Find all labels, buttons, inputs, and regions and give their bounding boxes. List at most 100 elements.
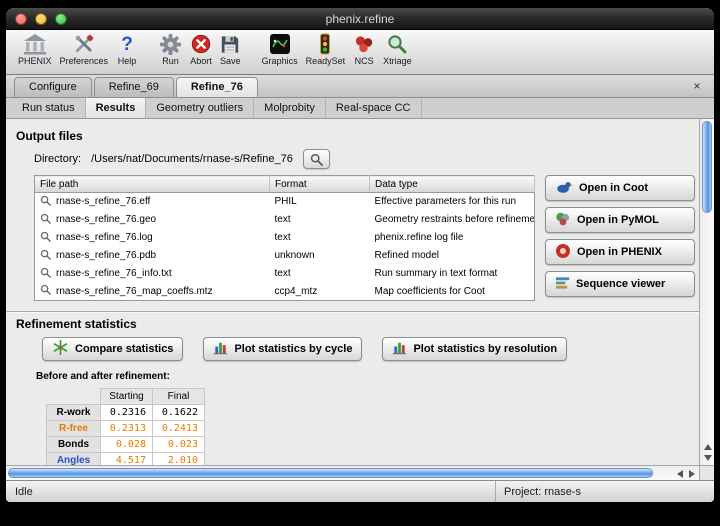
- toolbar-preferences-button[interactable]: Preferences: [56, 32, 113, 67]
- plot-by-cycle-label: Plot statistics by cycle: [234, 343, 352, 355]
- job-tab-bar: Configure Refine_69 Refine_76 ×: [6, 75, 714, 98]
- scroll-left-arrow-icon[interactable]: [677, 470, 683, 478]
- directory-label: Directory:: [34, 153, 81, 165]
- close-window-button[interactable]: [15, 13, 27, 25]
- tab-configure[interactable]: Configure: [14, 77, 92, 97]
- column-header-format[interactable]: Format: [270, 176, 370, 193]
- scroll-up-arrow-icon[interactable]: [704, 444, 712, 450]
- toolbar-save-button[interactable]: Save: [216, 32, 245, 67]
- vertical-scroll-arrows: [700, 444, 714, 461]
- toolbar-label: PHENIX: [18, 56, 52, 67]
- sequence-viewer-icon: [555, 276, 570, 293]
- vertical-scrollbar-thumb[interactable]: [702, 121, 712, 213]
- toolbar-graphics-button[interactable]: Graphics: [258, 32, 302, 67]
- stat-row-label: Angles: [47, 453, 101, 466]
- file-path: rnase-s_refine_76_map_coeffs.mtz: [56, 286, 213, 297]
- project-section: Project: rnase-s: [496, 481, 714, 502]
- stats-row: Bonds 0.028 0.023: [47, 437, 205, 453]
- tab-results[interactable]: Results: [85, 98, 147, 118]
- toolbar-label: ReadySet: [306, 56, 346, 67]
- file-path: rnase-s_refine_76.log: [56, 232, 153, 243]
- column-header-data-type[interactable]: Data type: [370, 176, 535, 193]
- file-data-type: Geometry restraints before refinement: [370, 211, 535, 229]
- save-icon: [220, 32, 240, 56]
- plot-by-resolution-label: Plot statistics by resolution: [413, 343, 557, 355]
- output-files-section: File path Format Data type rnase-s_refin…: [34, 175, 699, 301]
- open-in-phenix-button[interactable]: Open in PHENIX: [545, 239, 695, 265]
- compare-statistics-button[interactable]: Compare statistics: [42, 337, 183, 361]
- sequence-viewer-button[interactable]: Sequence viewer: [545, 271, 695, 297]
- result-tab-bar: Run status Results Geometry outliers Mol…: [6, 98, 714, 119]
- phenix-refine-window: phenix.refine PHENIX Preferences ? Help: [6, 8, 714, 502]
- vertical-scrollbar[interactable]: [699, 119, 714, 465]
- scroll-down-arrow-icon[interactable]: [704, 455, 712, 461]
- file-path: rnase-s_refine_76.geo: [56, 214, 156, 225]
- stats-corner-cell: [47, 389, 101, 405]
- phenix-viewer-icon: [555, 243, 571, 262]
- file-search-icon: [40, 231, 51, 245]
- toolbar-label: Run: [162, 56, 179, 67]
- browse-directory-button[interactable]: [303, 149, 330, 169]
- toolbar-readyset-button[interactable]: ReadySet: [302, 32, 350, 67]
- plot-by-cycle-button[interactable]: Plot statistics by cycle: [203, 337, 362, 361]
- open-in-coot-button[interactable]: Open in Coot: [545, 175, 695, 201]
- table-row[interactable]: rnase-s_refine_76.log text phenix.refine…: [35, 229, 535, 247]
- tab-refine-76[interactable]: Refine_76: [176, 77, 258, 97]
- title-bar[interactable]: phenix.refine: [6, 8, 714, 30]
- toolbar-label: Graphics: [262, 56, 298, 67]
- toolbar-help-button[interactable]: ? Help: [112, 32, 142, 67]
- close-tab-icon[interactable]: ×: [690, 79, 704, 93]
- tab-refine-69[interactable]: Refine_69: [94, 77, 174, 97]
- file-data-type: Refined model: [370, 247, 535, 265]
- stat-starting-value: 0.028: [101, 437, 153, 453]
- minimize-window-button[interactable]: [35, 13, 47, 25]
- graphics-icon: [269, 32, 291, 56]
- toolbar-run-button[interactable]: Run: [155, 32, 186, 67]
- file-format: text: [270, 265, 370, 283]
- directory-path: /Users/nat/Documents/rnase-s/Refine_76: [91, 153, 293, 165]
- traffic-lights: [15, 13, 67, 25]
- open-in-pymol-button[interactable]: Open in PyMOL: [545, 207, 695, 233]
- run-gear-icon: [159, 32, 182, 56]
- tab-molprobity[interactable]: Molprobity: [254, 98, 326, 118]
- file-path: rnase-s_refine_76.pdb: [56, 250, 156, 261]
- file-format: text: [270, 211, 370, 229]
- plot-by-resolution-button[interactable]: Plot statistics by resolution: [382, 337, 567, 361]
- file-search-icon: [40, 284, 51, 298]
- table-row[interactable]: rnase-s_refine_76_map_coeffs.mtz ccp4_mt…: [35, 283, 535, 301]
- stat-row-label: Bonds: [47, 437, 101, 453]
- ncs-icon: [353, 32, 375, 56]
- help-icon: ?: [116, 32, 138, 56]
- section-divider: [6, 311, 699, 313]
- toolbar-xtriage-button[interactable]: Xtriage: [379, 32, 416, 67]
- column-header-file-path[interactable]: File path: [35, 176, 270, 193]
- horizontal-scroll-arrows: [677, 466, 695, 480]
- toolbar-label: Abort: [190, 56, 212, 67]
- preferences-icon: [72, 32, 96, 56]
- tab-real-space-cc[interactable]: Real-space CC: [326, 98, 422, 118]
- bar-chart-icon: [392, 340, 407, 358]
- tab-run-status[interactable]: Run status: [12, 98, 86, 118]
- toolbar-abort-button[interactable]: Abort: [186, 32, 216, 67]
- stats-row: Angles 4.517 2.010: [47, 453, 205, 466]
- toolbar-phenix-button[interactable]: PHENIX: [14, 32, 56, 67]
- project-label: Project: rnase-s: [504, 486, 581, 498]
- pymol-icon: [555, 211, 571, 230]
- table-row[interactable]: rnase-s_refine_76.geo text Geometry rest…: [35, 211, 535, 229]
- status-bar: Idle Project: rnase-s: [6, 480, 714, 502]
- table-row[interactable]: rnase-s_refine_76.pdb unknown Refined mo…: [35, 247, 535, 265]
- stat-final-value: 2.010: [153, 453, 205, 466]
- zoom-window-button[interactable]: [55, 13, 67, 25]
- table-row[interactable]: rnase-s_refine_76.eff PHIL Effective par…: [35, 193, 535, 211]
- toolbar-label: Xtriage: [383, 56, 412, 67]
- window-title: phenix.refine: [6, 12, 714, 26]
- table-row[interactable]: rnase-s_refine_76_info.txt text Run summ…: [35, 265, 535, 283]
- file-search-icon: [40, 213, 51, 227]
- horizontal-scrollbar-thumb[interactable]: [8, 468, 653, 478]
- tab-geometry-outliers[interactable]: Geometry outliers: [146, 98, 254, 118]
- scroll-right-arrow-icon[interactable]: [689, 470, 695, 478]
- horizontal-scrollbar[interactable]: [6, 465, 699, 480]
- stat-row-label: R-work: [47, 405, 101, 421]
- toolbar-ncs-button[interactable]: NCS: [349, 32, 379, 67]
- statistics-buttons-row: Compare statistics Plot statistics by cy…: [42, 337, 699, 361]
